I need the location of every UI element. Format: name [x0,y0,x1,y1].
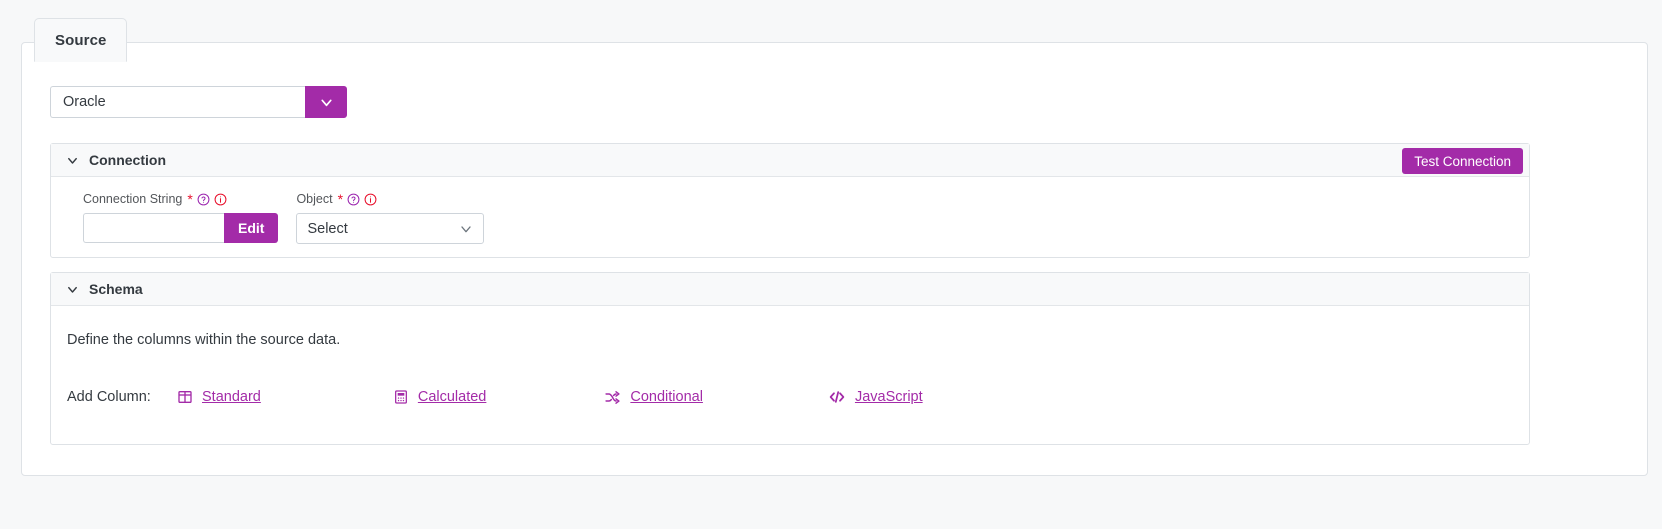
add-column-javascript-link[interactable]: JavaScript [828,388,923,406]
connection-body: Connection String * Edit Object * Select [51,177,1529,244]
test-connection-button[interactable]: Test Connection [1402,148,1523,174]
calculator-icon [393,389,409,405]
tab-source[interactable]: Source [34,18,128,62]
tab-strip: Source [34,18,128,62]
connection-string-input[interactable] [83,213,224,243]
schema-card-header: Schema [51,273,1529,306]
object-select[interactable]: Select [296,213,485,244]
code-icon [828,388,846,406]
info-circle-icon[interactable] [364,193,377,206]
source-type-value[interactable]: Oracle [50,86,305,118]
add-column-conditional-label: Conditional [630,389,703,405]
connection-string-label: Connection String [83,192,183,206]
add-column-standard-link[interactable]: Standard [177,389,261,405]
object-label-row: Object * [296,191,484,207]
schema-body: Define the columns within the source dat… [51,306,1529,406]
chevron-down-icon[interactable] [63,280,81,298]
required-marker: * [337,191,344,207]
schema-title: Schema [89,281,143,297]
connection-string-field: Connection String * Edit [83,191,279,244]
schema-description: Define the columns within the source dat… [67,332,341,348]
source-configuration-screen: Source Oracle Connection Test Connection… [0,0,1662,529]
connection-title: Connection [89,152,166,168]
shuffle-icon [604,389,621,406]
connection-string-input-row: Edit [83,213,279,243]
source-panel: Oracle Connection Test Connection Connec… [21,42,1648,476]
question-circle-icon[interactable] [197,193,210,206]
object-field: Object * Select [296,191,485,244]
chevron-down-icon[interactable] [63,151,81,169]
object-select-value: Select [307,220,348,237]
source-type-select[interactable]: Oracle [50,86,347,118]
add-column-calculated-link[interactable]: Calculated [393,389,487,405]
add-column-calculated-label: Calculated [417,389,487,405]
object-label: Object [296,192,333,206]
required-marker: * [187,191,193,207]
add-column-standard-label: Standard [202,389,261,405]
tab-source-label: Source [55,31,107,49]
info-circle-icon[interactable] [214,193,227,206]
question-circle-icon[interactable] [347,193,360,206]
chevron-down-icon[interactable] [458,221,474,237]
columns-icon [177,389,193,405]
add-column-row: Add Column: Standard Calculated Conditio… [67,388,1529,406]
chevron-down-icon[interactable] [305,86,347,118]
connection-string-label-row: Connection String * [83,191,278,207]
add-column-conditional-link[interactable]: Conditional [604,389,703,406]
edit-connection-string-button[interactable]: Edit [224,213,279,243]
connection-card: Connection Test Connection Connection St… [50,143,1530,258]
add-column-label: Add Column: [67,389,151,405]
add-column-javascript-label: JavaScript [854,389,923,405]
schema-card: Schema Define the columns within the sou… [50,272,1530,445]
connection-card-header: Connection Test Connection [51,144,1529,177]
